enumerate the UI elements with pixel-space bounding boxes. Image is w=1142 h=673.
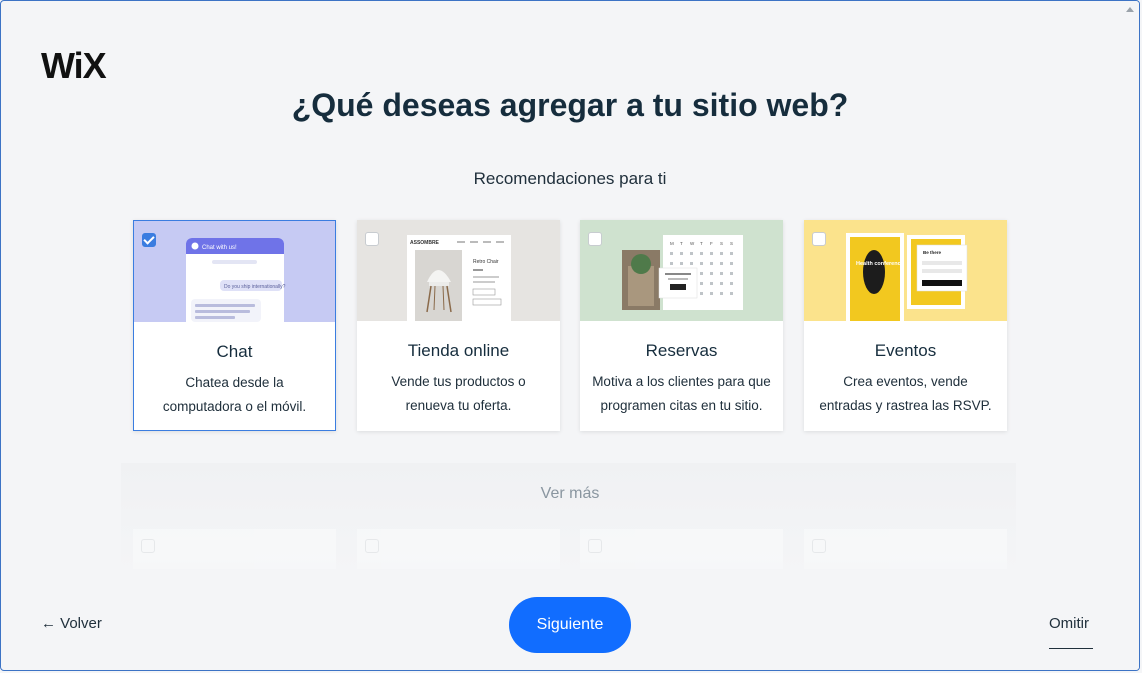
see-more-link[interactable]: Ver más [1, 485, 1139, 503]
faded-checkbox [141, 539, 155, 553]
store-thumb-product: Retro Chair [473, 259, 499, 265]
card-bookings-description: Motiva a los clientes para que programen… [580, 370, 783, 418]
events-thumb-poster: Health conference [856, 261, 904, 267]
card-events-title: Eventos [874, 341, 937, 360]
card-events-description: Crea eventos, vende entradas y rastrea l… [804, 370, 1007, 418]
faded-checkbox [588, 539, 602, 553]
scroll-up-icon[interactable] [1126, 7, 1134, 12]
card-chat-desc-line1: Chatea desde la [185, 375, 284, 390]
chat-thumb-header: Chat with us! [202, 245, 237, 251]
next-button[interactable]: Siguiente [509, 597, 631, 653]
events-checkbox[interactable] [812, 232, 826, 246]
wix-logo: WiX [41, 45, 107, 86]
back-button[interactable]: ← Volver [41, 615, 102, 632]
day-t2: T [700, 241, 703, 246]
store-thumbnail: ASSOMBRE Retro Chair [357, 220, 560, 321]
card-events[interactable]: Health conference Be there Eventos Crea … [804, 220, 1007, 431]
skip-underline [1049, 648, 1093, 649]
card-store-title: Tienda online [407, 341, 510, 360]
skip-button[interactable]: Omitir [1049, 615, 1089, 632]
events-thumbnail: Health conference Be there [804, 220, 1007, 321]
card-events-desc-line1: Crea eventos, vende [843, 374, 968, 389]
fade-overlay [1, 557, 1121, 587]
chat-checkbox[interactable] [142, 233, 156, 247]
bookings-thumbnail: M T W T F S S [580, 220, 783, 321]
card-bookings[interactable]: M T W T F S S Reservas Motiva a los clie… [580, 220, 783, 431]
card-store-desc-line1: Vende tus productos o [391, 374, 526, 389]
card-chat[interactable]: Chat with us! Do you ship internationall… [133, 220, 336, 431]
app-frame: WiX ¿Qué deseas agregar a tu sitio web? … [0, 0, 1140, 671]
day-s: S [720, 241, 723, 246]
faded-checkbox [812, 539, 826, 553]
day-m: M [670, 241, 674, 246]
card-store-desc-line2: renueva tu oferta. [405, 398, 512, 413]
day-s2: S [730, 241, 733, 246]
recommendations-subtitle: Recomendaciones para ti [473, 169, 667, 188]
chat-thumbnail: Chat with us! Do you ship internationall… [134, 221, 335, 322]
store-illustration: ASSOMBRE Retro Chair [407, 235, 511, 321]
recommendations-grid: Chat with us! Do you ship internationall… [133, 220, 1007, 432]
day-f: F [710, 241, 713, 246]
faded-checkbox [365, 539, 379, 553]
chat-thumb-message: Do you ship internationally? [224, 284, 286, 290]
chat-illustration: Chat with us! Do you ship internationall… [186, 238, 286, 322]
card-online-store[interactable]: ASSOMBRE Retro Chair Tienda online Vende… [357, 220, 560, 431]
card-chat-desc-line2: computadora o el móvil. [162, 399, 307, 414]
scrollbar[interactable] [1119, 1, 1139, 670]
card-events-desc-line2: entradas y rastrea las RSVP. [819, 398, 992, 413]
events-thumb-form: Be there [923, 250, 942, 255]
card-bookings-title: Reservas [645, 341, 718, 360]
store-checkbox[interactable] [365, 232, 379, 246]
store-thumb-brand: ASSOMBRE [410, 240, 440, 246]
card-bookings-desc-line1: Motiva a los clientes para que [592, 374, 771, 389]
card-bookings-desc-line2: programen citas en tu sitio. [600, 398, 763, 413]
card-chat-description: Chatea desde la computadora o el móvil. [134, 371, 335, 419]
card-store-description: Vende tus productos o renueva tu oferta. [357, 370, 560, 418]
page-title: ¿Qué deseas agregar a tu sitio web? [291, 87, 849, 123]
bookings-illustration: M T W T F S S [622, 235, 743, 310]
day-t: T [680, 241, 683, 246]
card-chat-title: Chat [216, 342, 253, 361]
events-illustration: Health conference Be there [846, 233, 968, 321]
bookings-checkbox[interactable] [588, 232, 602, 246]
